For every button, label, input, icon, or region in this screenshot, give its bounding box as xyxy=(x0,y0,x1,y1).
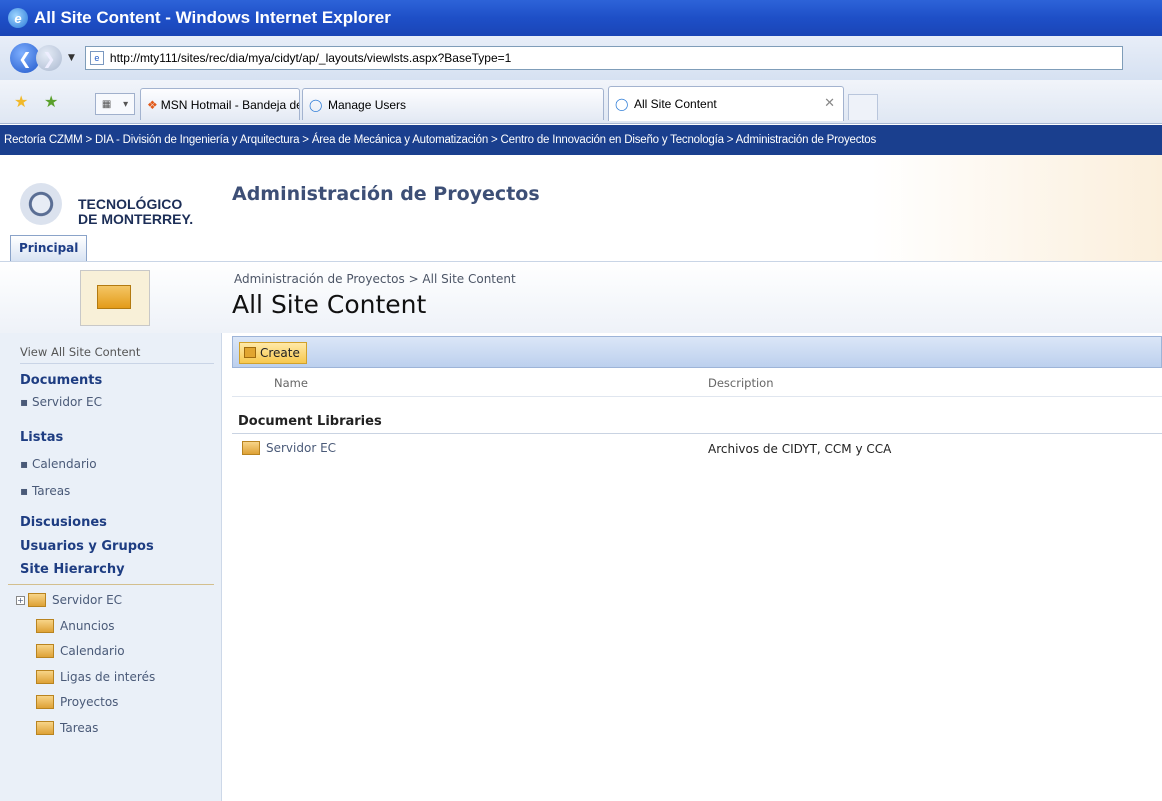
tree-item-servidor-ec[interactable]: + Servidor EC xyxy=(16,593,122,607)
favorites-star-icon[interactable]: ★ xyxy=(14,92,28,111)
msn-butterfly-icon: ❖ xyxy=(147,97,158,112)
page-title: All Site Content xyxy=(232,290,427,319)
discussions-heading[interactable]: Discusiones xyxy=(20,515,107,530)
header-divider xyxy=(232,396,1162,397)
quick-tabs-button[interactable]: ▦ ▾ xyxy=(95,93,135,115)
table-row-description: Archivos de CIDYT, CCM y CCA xyxy=(708,442,892,456)
logo-line1: TECNOLÓGICO xyxy=(78,196,183,212)
tab-manage-users[interactable]: ◯ Manage Users xyxy=(302,88,604,120)
tab-label: Manage Users xyxy=(328,97,407,112)
chevron-down-icon: ▾ xyxy=(123,98,129,110)
divider xyxy=(8,584,214,585)
group-divider xyxy=(232,433,1162,434)
site-hierarchy-heading[interactable]: Site Hierarchy xyxy=(20,562,125,577)
tab-label: All Site Content xyxy=(634,97,717,111)
tree-item-anuncios[interactable]: Anuncios xyxy=(36,619,115,633)
address-input[interactable]: e http://mty111/sites/rec/dia/mya/cidyt/… xyxy=(84,46,1123,70)
links-icon xyxy=(36,670,54,684)
table-row-name[interactable]: Servidor EC xyxy=(242,441,336,455)
breadcrumb[interactable]: Administración de Proyectos > All Site C… xyxy=(234,272,516,286)
tree-item-label: Ligas de interés xyxy=(60,670,156,684)
calendar-icon xyxy=(36,644,54,658)
forward-arrow-icon[interactable]: ❯ xyxy=(36,45,62,71)
global-breadcrumb: Rectoría CZMM > DIA - División de Ingeni… xyxy=(0,125,1162,155)
page-title-area: Administración de Proyectos > All Site C… xyxy=(0,261,1162,333)
new-tab-button[interactable] xyxy=(848,94,878,120)
close-tab-icon[interactable]: ✕ xyxy=(824,95,835,111)
tree-item-proyectos[interactable]: Proyectos xyxy=(36,695,118,709)
page-icon: e xyxy=(89,51,104,65)
site-content-icon xyxy=(80,270,150,326)
quick-launch: View All Site Content Documents ▪ Servid… xyxy=(0,333,222,801)
window-title: All Site Content - Windows Internet Expl… xyxy=(34,8,391,27)
tree-item-tareas[interactable]: Tareas xyxy=(36,721,98,735)
window-titlebar: e All Site Content - Windows Internet Ex… xyxy=(0,0,1162,36)
global-breadcrumb-text[interactable]: Rectoría CZMM > DIA - División de Ingeni… xyxy=(4,134,876,146)
list-link[interactable]: Servidor EC xyxy=(266,441,336,455)
tasks-icon xyxy=(36,721,54,735)
create-button[interactable]: Create xyxy=(239,342,307,364)
sidebar-item-tareas[interactable]: ▪ Tareas xyxy=(20,484,70,498)
sidebar-item-servidor-ec[interactable]: ▪ Servidor EC xyxy=(20,395,102,409)
tree-item-ligas[interactable]: Ligas de interés xyxy=(36,670,155,684)
site-header: TECNOLÓGICO DE MONTERREY. Administración… xyxy=(0,155,1162,261)
create-label: Create xyxy=(260,346,300,360)
seal-icon xyxy=(20,183,62,225)
expand-icon[interactable]: + xyxy=(16,595,25,605)
tree-item-calendario[interactable]: Calendario xyxy=(36,644,125,658)
tab-bar: ★ ★ ▦ ▾ ❖ MSN Hotmail - Bandeja de en...… xyxy=(0,80,1162,124)
document-library-icon xyxy=(242,441,260,455)
tree-item-label: Tareas xyxy=(60,721,99,735)
sidebar-item-calendario[interactable]: ▪ Calendario xyxy=(20,457,97,471)
announcements-icon xyxy=(36,619,54,633)
tree-item-label: Proyectos xyxy=(60,695,119,709)
column-header-name[interactable]: Name xyxy=(274,376,308,390)
create-icon xyxy=(244,347,256,358)
address-toolbar: ❮ ❯ ▼ e http://mty111/sites/rec/dia/mya/… xyxy=(0,36,1162,80)
site-logo[interactable]: TECNOLÓGICO DE MONTERREY. xyxy=(14,161,214,231)
tab-all-site-content[interactable]: ◯ All Site Content ✕ xyxy=(608,86,844,121)
users-groups-heading[interactable]: Usuarios y Grupos xyxy=(20,539,154,554)
tab-principal[interactable]: Principal xyxy=(10,235,88,261)
group-heading: Document Libraries xyxy=(238,414,382,429)
address-url: http://mty111/sites/rec/dia/mya/cidyt/ap… xyxy=(109,51,512,65)
tab-label: MSN Hotmail - Bandeja de en... xyxy=(160,97,299,112)
sidebar-item-label: Calendario xyxy=(31,457,97,471)
ie-page-icon: ◯ xyxy=(615,97,629,111)
logo-line2: DE MONTERREY. xyxy=(78,211,194,227)
logo-text: TECNOLÓGICO DE MONTERREY. xyxy=(78,197,193,227)
ie-logo-icon: e xyxy=(8,8,28,28)
ie-page-icon: ◯ xyxy=(309,97,323,112)
documents-heading[interactable]: Documents xyxy=(20,373,102,388)
sidebar-item-label: Servidor EC xyxy=(31,395,102,409)
view-all-site-content-link[interactable]: View All Site Content xyxy=(20,345,214,364)
tree-item-label: Calendario xyxy=(60,644,125,658)
history-dropdown-icon[interactable]: ▼ xyxy=(68,53,75,63)
lists-heading[interactable]: Listas xyxy=(20,430,63,445)
sidebar-item-label: Tareas xyxy=(31,484,71,498)
content-toolbar: Create xyxy=(232,336,1162,368)
tab-hotmail[interactable]: ❖ MSN Hotmail - Bandeja de en... xyxy=(140,88,300,120)
quick-tabs-icon: ▦ xyxy=(101,98,112,110)
tree-item-label: Servidor EC xyxy=(52,593,123,607)
add-favorites-icon[interactable]: ★ xyxy=(44,92,58,111)
library-icon xyxy=(28,593,46,607)
tree-item-label: Anuncios xyxy=(60,619,115,633)
list-icon xyxy=(36,695,54,709)
site-title[interactable]: Administración de Proyectos xyxy=(232,183,540,205)
column-header-description: Description xyxy=(708,376,774,390)
